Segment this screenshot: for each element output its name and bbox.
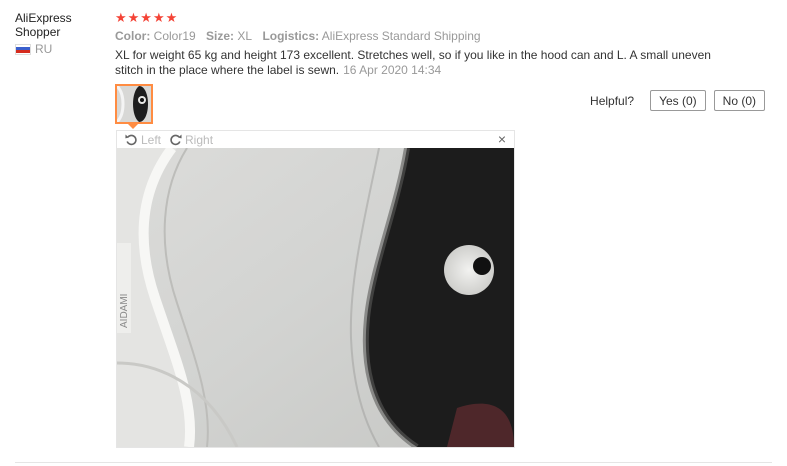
label-text: AIDAMI (119, 294, 130, 328)
logistics-value: AliExpress Standard Shipping (321, 29, 481, 43)
viewer-toolbar: Left Right × (117, 131, 514, 148)
size-label: Size: (206, 29, 235, 43)
helpful-label: Helpful? (590, 93, 635, 108)
review-date: 16 Apr 2020 14:34 (343, 63, 442, 77)
close-icon[interactable]: × (498, 131, 506, 148)
rotate-left-icon (125, 134, 137, 146)
size-value: XL (237, 29, 253, 43)
reviewer-name: AliExpress Shopper (15, 11, 72, 39)
thumbnail-image (117, 86, 151, 122)
reviewer-info: AliExpress Shopper RU (15, 11, 110, 56)
photo-viewer: Left Right × AIDAMI (116, 130, 515, 448)
rotate-left-label: Left (141, 132, 162, 147)
rotate-right-button[interactable]: Right (169, 133, 213, 147)
helpful-yes-button[interactable]: Yes (0) (650, 90, 706, 111)
rotate-right-label: Right (185, 132, 214, 147)
review-meta: Color: Color19 Size: XL Logistics: AliEx… (115, 29, 488, 44)
review-photo-thumbnail[interactable] (115, 84, 153, 124)
logistics-label: Logistics: (262, 29, 320, 43)
review-photo: AIDAMI (117, 148, 514, 447)
russia-flag-icon (15, 43, 31, 55)
country-code: RU (35, 42, 53, 56)
review-divider (15, 462, 772, 463)
color-value: Color19 (153, 29, 196, 43)
rating-stars: ★★★★★ (115, 10, 179, 25)
reviewer-country: RU (15, 42, 110, 56)
helpful-section: Helpful? Yes (0) No (0) (590, 90, 765, 111)
rotate-left-button[interactable]: Left (125, 133, 161, 147)
helpful-no-button[interactable]: No (0) (713, 90, 765, 111)
tshirt-photo: AIDAMI (117, 148, 514, 447)
thumbnail-pointer (128, 124, 138, 129)
review-body: XL for weight 65 kg and height 173 excel… (115, 48, 715, 78)
rotate-right-icon (170, 134, 182, 146)
color-label: Color: (115, 29, 151, 43)
